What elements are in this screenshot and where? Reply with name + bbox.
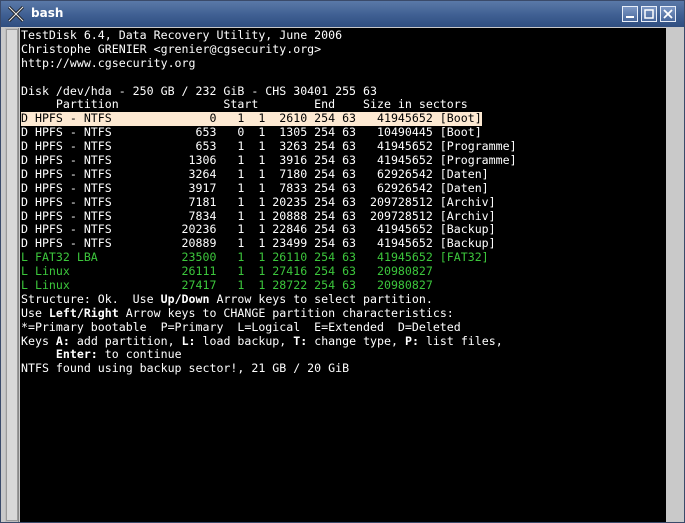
- partition-row[interactable]: L FAT32 LBA 23500 1 1 26110 254 63 41945…: [21, 250, 517, 265]
- minimize-icon: [626, 16, 634, 18]
- help-text: list files,: [418, 333, 503, 348]
- partition-row[interactable]: L Linux 26111 1 1 27416 254 63 20980827: [21, 264, 517, 279]
- header-line: http://www.cgsecurity.org: [21, 55, 196, 70]
- header-line: Christophe GRENIER <grenier@cgsecurity.o…: [21, 41, 322, 56]
- help-key: A:: [55, 333, 70, 348]
- help-text: load backup,: [195, 333, 294, 348]
- maximize-button[interactable]: [641, 6, 657, 22]
- terminal-window: bash TestDisk 6.4, Data Recovery Utility…: [0, 0, 685, 523]
- type-legend: *=Primary bootable P=Primary L=Logical E…: [21, 319, 461, 334]
- close-icon: [663, 9, 673, 19]
- x-logo-icon[interactable]: [7, 5, 25, 23]
- maximize-icon: [644, 9, 654, 19]
- structure-status: Structure: Ok. Use Up/Down Arrow keys to…: [21, 291, 517, 307]
- scroll-thumb[interactable]: [6, 29, 18, 521]
- help-key: Enter:: [55, 347, 98, 362]
- help-key: T:: [293, 333, 308, 348]
- window-title: bash: [31, 6, 64, 20]
- partition-row-selected[interactable]: D HPFS - NTFS 0 1 1 2610 254 63 41945652…: [21, 111, 517, 127]
- help-text: Arrow keys to CHANGE partition character…: [118, 305, 454, 320]
- help-key: Left/Right: [48, 305, 119, 320]
- help-key: L:: [181, 333, 196, 348]
- help-text: Structure: Ok. Use: [21, 291, 161, 306]
- help-key: Up/Down: [160, 291, 210, 306]
- partition-row[interactable]: D HPFS - NTFS 7181 1 1 20235 254 63 2097…: [21, 195, 517, 210]
- partition-row[interactable]: D HPFS - NTFS 653 1 1 3263 254 63 419456…: [21, 139, 517, 154]
- header-line: TestDisk 6.4, Data Recovery Utility, Jun…: [21, 28, 343, 42]
- partition-row[interactable]: D HPFS - NTFS 3264 1 1 7180 254 63 62926…: [21, 167, 517, 182]
- selected-partition-text: D HPFS - NTFS 0 1 1 2610 254 63 41945652…: [21, 111, 482, 127]
- partition-row[interactable]: D HPFS - NTFS 653 0 1 1305 254 63 104904…: [21, 125, 517, 140]
- status-message: NTFS found using backup sector!, 21 GB /…: [21, 361, 350, 376]
- partition-row[interactable]: D HPFS - NTFS 3917 1 1 7833 254 63 62926…: [21, 181, 517, 196]
- help-text: Arrow keys to select partition.: [209, 291, 433, 306]
- help-key: P:: [404, 333, 419, 348]
- title-bar[interactable]: bash: [1, 1, 684, 27]
- close-button[interactable]: [660, 6, 676, 22]
- partition-row[interactable]: D HPFS - NTFS 7834 1 1 20888 254 63 2097…: [21, 209, 517, 224]
- terminal-output: TestDisk 6.4, Data Recovery Utility, Jun…: [21, 28, 517, 376]
- terminal-screen[interactable]: TestDisk 6.4, Data Recovery Utility, Jun…: [20, 28, 666, 522]
- help-text: change type,: [307, 333, 405, 348]
- enter-hint: Enter: to continue: [21, 348, 517, 362]
- keys-hint: Keys A: add partition, L: load backup, T…: [21, 333, 517, 349]
- disk-info: Disk /dev/hda - 250 GB / 232 GiB - CHS 3…: [21, 83, 377, 98]
- terminal-scrollbar[interactable]: [5, 28, 19, 522]
- partition-row[interactable]: L Linux 27417 1 1 28722 254 63 20980827: [21, 278, 517, 293]
- partition-row[interactable]: D HPFS - NTFS 20889 1 1 23499 254 63 419…: [21, 236, 517, 251]
- change-hint: Use Left/Right Arrow keys to CHANGE part…: [21, 305, 517, 321]
- help-text: add partition,: [69, 333, 182, 348]
- minimize-button[interactable]: [622, 6, 638, 22]
- partition-row[interactable]: D HPFS - NTFS 1306 1 1 3916 254 63 41945…: [21, 153, 517, 168]
- column-header: Partition Start End Size in sectors: [21, 97, 468, 112]
- help-text: to continue: [97, 347, 182, 362]
- help-text: Keys: [21, 333, 56, 348]
- help-text: Use: [21, 305, 49, 320]
- partition-row[interactable]: D HPFS - NTFS 20236 1 1 22846 254 63 419…: [21, 223, 517, 237]
